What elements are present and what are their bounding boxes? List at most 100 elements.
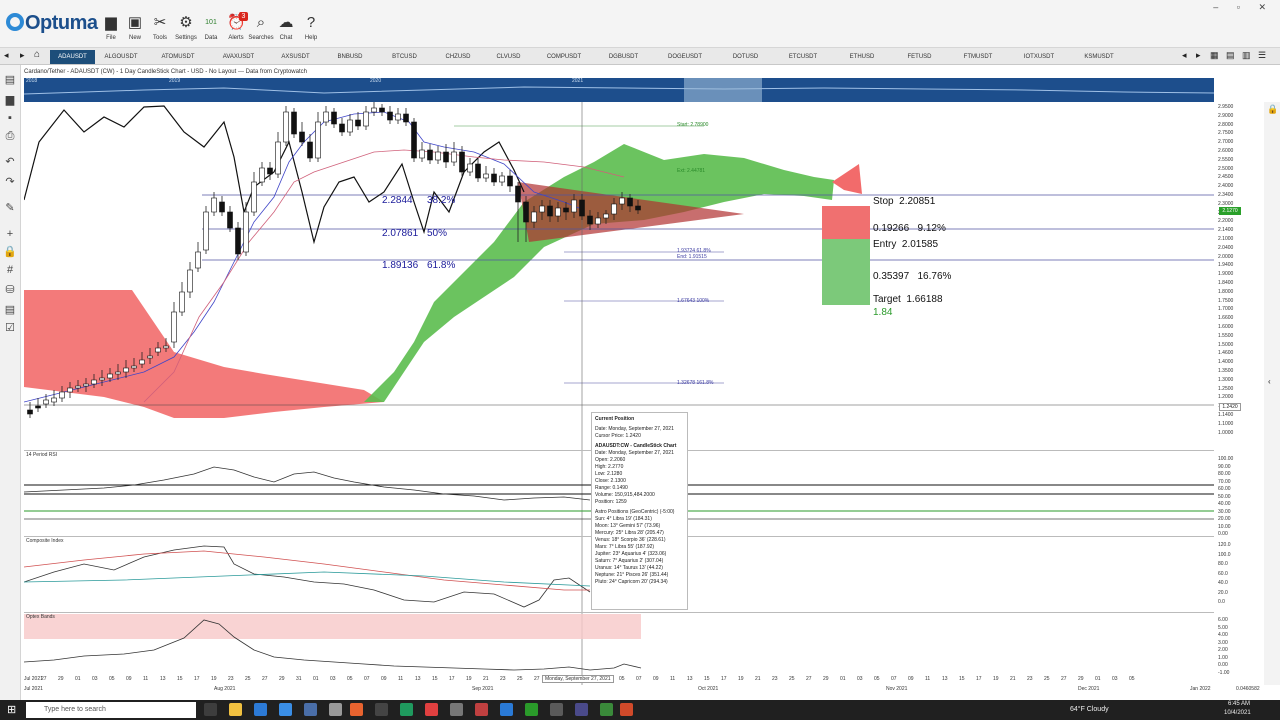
collapse-arrow-icon[interactable]: ‹: [1268, 377, 1271, 386]
brave-icon[interactable]: [350, 703, 363, 716]
tab-axsusdt[interactable]: AXSUSDT: [268, 50, 323, 64]
tab-adausdt[interactable]: ADAUSDT: [50, 50, 95, 64]
candle-body: [67, 387, 73, 393]
app8-icon[interactable]: [575, 703, 588, 716]
windows-start-icon[interactable]: ⊞: [7, 703, 16, 716]
clock-date[interactable]: 10/4/2021: [1224, 710, 1251, 716]
weather-text[interactable]: 64°F Cloudy: [1070, 706, 1109, 713]
list-icon[interactable]: ▤: [3, 303, 17, 317]
price-axis[interactable]: 2.9500 2.9000 2.8000 2.7500 2.7000 2.6000 2.55…: [1214, 102, 1264, 685]
window-controls[interactable]: – ▫ ✕: [1213, 2, 1274, 13]
tab-chzusd[interactable]: CHZUSD: [433, 50, 483, 64]
hash-icon[interactable]: #: [3, 263, 17, 277]
date-tick: 29: [1078, 676, 1084, 682]
tab-etcusdt[interactable]: ETCUSDT: [774, 50, 832, 64]
month-label: Sep 2021: [472, 686, 494, 692]
save-icon[interactable]: ▪: [3, 111, 17, 125]
app3-icon[interactable]: [450, 703, 463, 716]
lock-icon[interactable]: 🔒: [1267, 104, 1278, 115]
app4-icon[interactable]: [475, 703, 488, 716]
app7-icon[interactable]: [550, 703, 563, 716]
axis-right-value: 0.0460582: [1236, 686, 1260, 692]
tab-btcusd[interactable]: BTCUSD: [377, 50, 432, 64]
date-tick: 11: [398, 676, 404, 682]
help-button[interactable]: ? Help: [296, 14, 326, 41]
draw-tool-icon[interactable]: ✎: [3, 201, 17, 215]
store-icon[interactable]: [254, 703, 267, 716]
tab-ksmusdt[interactable]: KSMUSDT: [1070, 50, 1128, 64]
tab-dotusd[interactable]: DOTUSD: [718, 50, 773, 64]
task-view-icon[interactable]: [204, 703, 217, 716]
candle-body: [123, 367, 129, 373]
candle-body: [27, 409, 33, 415]
open-icon[interactable]: ▆: [3, 93, 17, 107]
optex-tick: 0.00: [1218, 662, 1228, 668]
clock-time[interactable]: 6:45 AM: [1228, 701, 1250, 707]
chrome-icon[interactable]: [425, 703, 438, 716]
tab-dgbusdt[interactable]: DGBUSDT: [595, 50, 652, 64]
app-icon[interactable]: [329, 703, 342, 716]
undo-icon[interactable]: ↶: [3, 155, 17, 169]
date-tick: 13: [942, 676, 948, 682]
candle-body: [259, 167, 265, 183]
lock-icon[interactable]: 🔒: [3, 245, 17, 259]
date-axis[interactable]: Jul 2021 27 29 01 03 05 09 11 13 15 17 19 23 25 27 29 31…: [24, 674, 1264, 694]
candle-body: [315, 121, 321, 159]
tab-bnbusd[interactable]: BNBUSD: [324, 50, 376, 64]
layout-icon[interactable]: ▦: [1210, 50, 1219, 61]
price-tick: 2.4500: [1218, 174, 1234, 181]
stamp-icon[interactable]: ⛁: [3, 283, 17, 297]
price-tick: 2.6000: [1218, 148, 1234, 154]
tab-iotxusdt[interactable]: IOTXUSDT: [1009, 50, 1069, 64]
tab-ethusd[interactable]: ETHUSD: [833, 50, 891, 64]
tab-avaxusdt[interactable]: AVAXUSDT: [210, 50, 267, 64]
tab-compusdt[interactable]: COMPUSDT: [534, 50, 594, 64]
candle-body: [211, 197, 217, 213]
month-label: Nov 2021: [886, 686, 908, 692]
back-arrow-icon[interactable]: ◂: [4, 50, 9, 61]
photos-icon[interactable]: [304, 703, 317, 716]
risk-box[interactable]: [822, 206, 870, 239]
edge-icon[interactable]: [400, 703, 413, 716]
optex-band: [24, 614, 641, 639]
risk-label: 0.19266 9.12%: [873, 223, 946, 234]
price-tick: 1.2500: [1218, 385, 1234, 392]
binary-data-icon: 101: [205, 19, 217, 26]
tab-fetusd[interactable]: FETUSD: [892, 50, 947, 64]
mail-icon[interactable]: [279, 703, 292, 716]
optuma-taskbar-icon[interactable]: [620, 703, 633, 716]
menu-icon[interactable]: ☰: [1258, 50, 1266, 61]
fib-50-pct: 50%: [427, 228, 448, 239]
tab-clvusd[interactable]: CLVUSD: [484, 50, 533, 64]
taskbar-search-input[interactable]: Type here to search: [26, 702, 196, 718]
app2-icon[interactable]: [375, 703, 388, 716]
print-icon[interactable]: ⎙: [3, 129, 17, 143]
grid-icon[interactable]: ▤: [1226, 50, 1235, 61]
crosshair-icon[interactable]: +: [3, 227, 17, 241]
reward-box[interactable]: [822, 239, 870, 305]
chart-area[interactable]: 2.2844 38.2% 2.07861 50% 1.89136 61.8% S…: [24, 102, 1214, 685]
tabs-left-icon[interactable]: ◂: [1182, 50, 1187, 61]
tabs-right-icon[interactable]: ▸: [1196, 50, 1201, 61]
right-scroll-strip[interactable]: 🔒 ‹: [1264, 102, 1280, 685]
redo-icon[interactable]: ↷: [3, 175, 17, 189]
candle-body: [467, 163, 473, 173]
overview-year-2019: 2019: [169, 78, 181, 84]
price-tick: 2.8000: [1218, 121, 1234, 128]
forward-arrow-icon[interactable]: ▸: [20, 50, 25, 61]
checklist-icon[interactable]: ☑: [3, 321, 17, 335]
tab-atomusdt[interactable]: ATOMUSDT: [147, 50, 209, 64]
app9-icon[interactable]: [600, 703, 613, 716]
tab-ftmusdt[interactable]: FTMUSDT: [948, 50, 1008, 64]
app5-icon[interactable]: [500, 703, 513, 716]
app6-icon[interactable]: [525, 703, 538, 716]
date-tick: 25: [517, 676, 523, 682]
tile-icon[interactable]: ▥: [1242, 50, 1251, 61]
file-explorer-icon[interactable]: [229, 703, 242, 716]
tab-dogeusdt[interactable]: DOGEUSDT: [653, 50, 717, 64]
page-icon[interactable]: ▤: [3, 73, 17, 87]
overview-strip[interactable]: 2018 2019 2020 2021: [24, 78, 1214, 102]
home-icon[interactable]: ⌂: [34, 49, 40, 60]
tab-algousdt[interactable]: ALGOUSDT: [96, 50, 146, 64]
rsi-tick: 10.00: [1218, 523, 1231, 530]
